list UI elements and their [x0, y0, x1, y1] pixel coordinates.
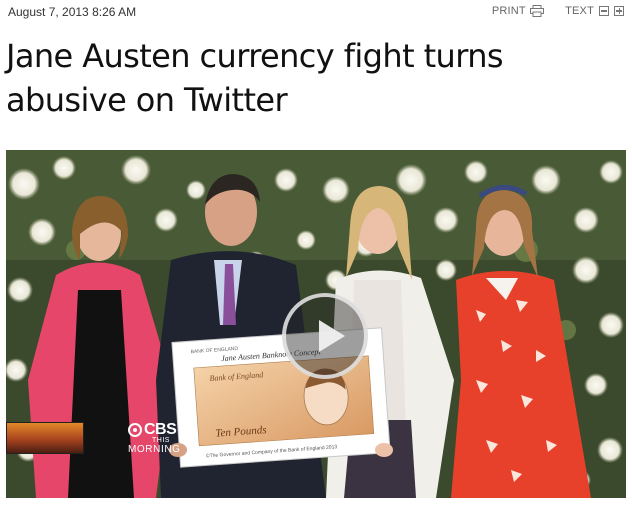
program-morning: MORNING: [128, 444, 181, 455]
article-dateline: August 7, 2013 8:26 AM: [8, 5, 137, 19]
printer-icon: [529, 5, 544, 17]
plus-box-icon[interactable]: [614, 6, 624, 16]
print-button[interactable]: PRINT: [492, 5, 544, 17]
print-label: PRINT: [491, 5, 526, 17]
article-tools: PRINT TEXT: [474, 5, 624, 17]
program-thumbnail: [6, 422, 84, 454]
text-size-control: TEXT: [565, 5, 624, 17]
program-this: THIS: [152, 437, 170, 444]
video-player[interactable]: BANK OF ENGLAND Jane Austen Banknote Con…: [6, 150, 626, 498]
article-headline: Jane Austen currency fight turns abusive…: [6, 34, 621, 122]
cbs-eye-icon: [128, 423, 142, 437]
play-icon[interactable]: [282, 293, 368, 379]
minus-box-icon[interactable]: [599, 6, 609, 16]
headline-line-1: Jane Austen currency fight turns: [6, 37, 504, 75]
headline-line-2: abusive on Twitter: [6, 81, 288, 119]
article-toolbar: August 7, 2013 8:26 AM PRINT TEXT: [8, 4, 624, 20]
text-size-label: TEXT: [565, 5, 594, 17]
